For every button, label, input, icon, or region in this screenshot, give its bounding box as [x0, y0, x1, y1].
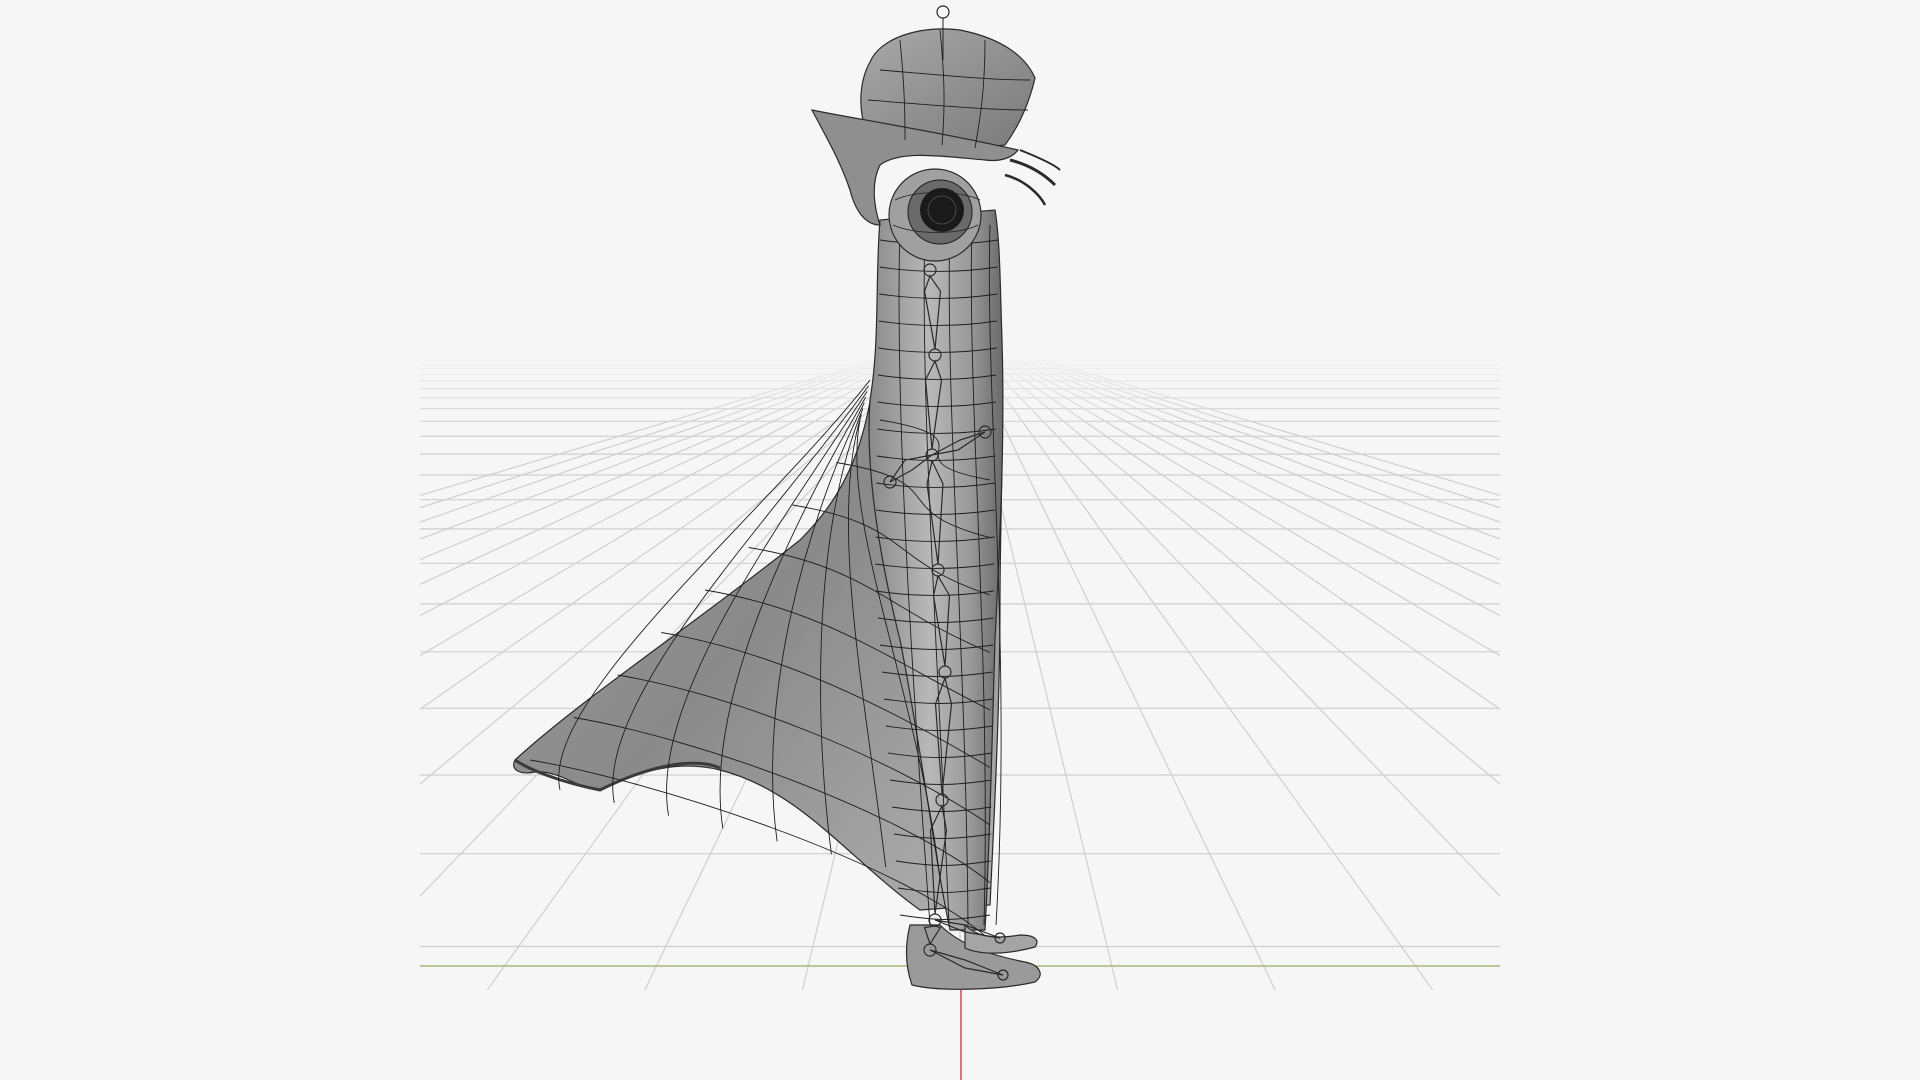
- 3d-viewport[interactable]: [0, 0, 1920, 1080]
- grid-line: [1031, 359, 1500, 523]
- grid-line: [977, 359, 1434, 990]
- eye-mesh[interactable]: [888, 168, 982, 262]
- grid-line: [971, 359, 1276, 990]
- hat-bone-head[interactable]: [936, 5, 950, 19]
- grid-line: [1019, 359, 1500, 561]
- grid-line: [1013, 359, 1500, 586]
- grid-line: [1007, 359, 1500, 617]
- grid-line: [989, 359, 1500, 785]
- hat-feathers: [1004, 149, 1061, 206]
- grid-line: [1037, 359, 1500, 509]
- grid-line: [1025, 359, 1500, 540]
- grid-line: [1043, 359, 1500, 496]
- grid-line: [995, 359, 1500, 710]
- pupil-icon: [920, 188, 964, 232]
- grid-line: [1001, 359, 1500, 657]
- grid-line: [983, 359, 1500, 897]
